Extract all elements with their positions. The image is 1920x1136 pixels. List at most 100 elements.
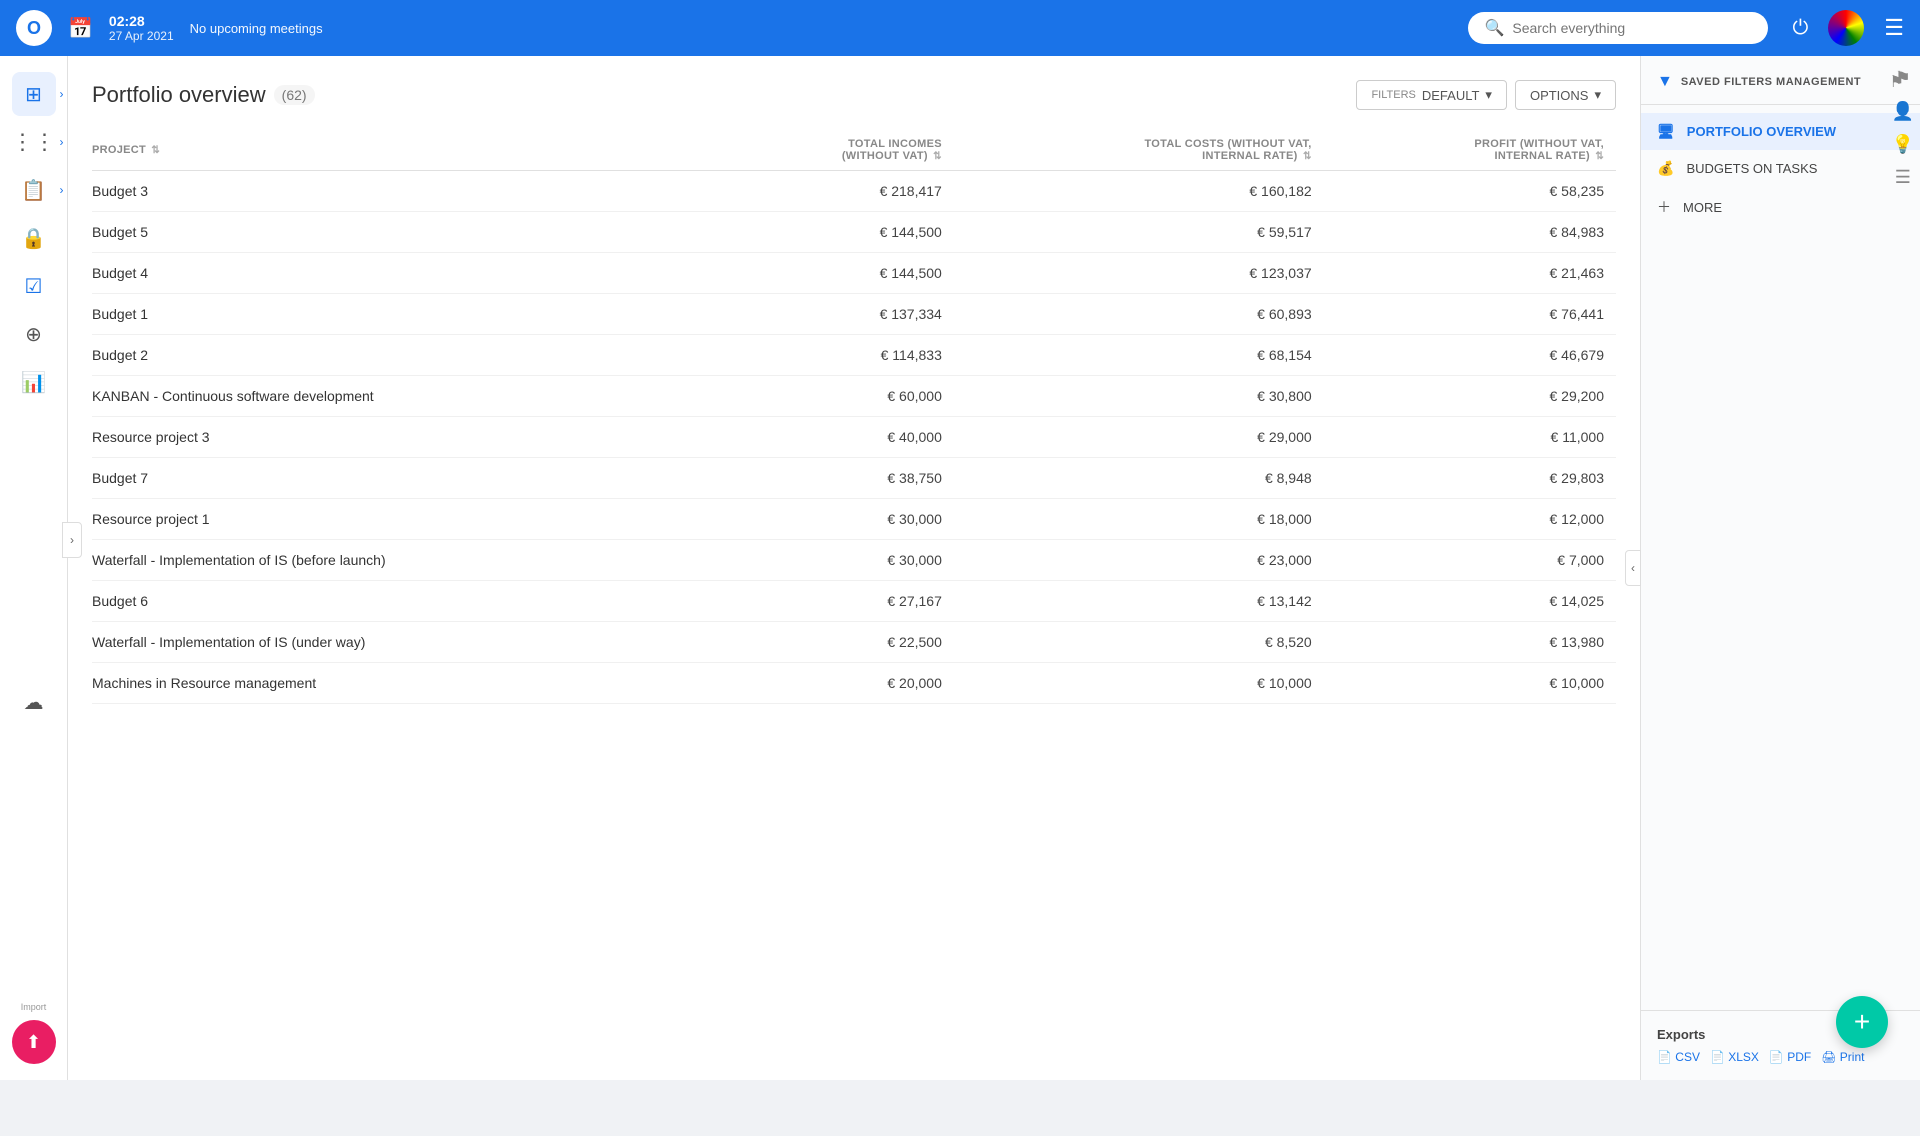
meeting-status: No upcoming meetings	[190, 21, 323, 36]
sidebar-expand-button[interactable]: ›	[62, 522, 82, 558]
table-row: Waterfall - Implementation of IS (before…	[92, 540, 1616, 581]
avatar[interactable]	[1828, 10, 1864, 46]
power-icon[interactable]: ⏻	[1792, 17, 1808, 40]
cell-project: Budget 7	[92, 458, 723, 499]
user-search-icon[interactable]: 👤	[1892, 101, 1914, 122]
cell-profit: € 12,000	[1324, 499, 1616, 540]
table-row: Budget 2 € 114,833 € 68,154 € 46,679	[92, 335, 1616, 376]
nav-label-portfolio: PORTFOLIO OVERVIEW	[1687, 124, 1836, 139]
tasks-icon: ⋮⋮	[12, 129, 56, 155]
sidebar-bottom: Import ⬆	[12, 1000, 56, 1080]
cell-project: KANBAN - Continuous software development	[92, 376, 723, 417]
table-row: Budget 3 € 218,417 € 160,182 € 58,235	[92, 171, 1616, 212]
check-icon: ☑	[25, 274, 43, 299]
lock-icon: 🔒	[21, 226, 46, 251]
table-row: Budget 1 € 137,334 € 60,893 € 76,441	[92, 294, 1616, 335]
col-total-costs[interactable]: TOTAL COSTS (WITHOUT VAT,INTERNAL RATE) …	[954, 130, 1324, 171]
sidebar-item-analytics[interactable]: 📊	[12, 360, 56, 404]
export-print[interactable]: 🖨 Print	[1821, 1050, 1864, 1064]
nav-item-budgets-on-tasks[interactable]: 💰 BUDGETS ON TASKS	[1641, 150, 1920, 187]
exports-links: 📄 CSV 📄 XLSX 📄 PDF 🖨 Print	[1657, 1050, 1904, 1064]
cell-project: Budget 6	[92, 581, 723, 622]
page-header: Portfolio overview (62) FILTERS DEFAULT …	[92, 80, 1616, 110]
table-row: Budget 4 € 144,500 € 123,037 € 21,463	[92, 253, 1616, 294]
cell-profit: € 29,200	[1324, 376, 1616, 417]
cell-profit: € 84,983	[1324, 212, 1616, 253]
search-input[interactable]	[1512, 20, 1752, 36]
page-title-row: Portfolio overview (62)	[92, 82, 315, 108]
goal-icon: ⊕	[25, 322, 42, 347]
export-xlsx[interactable]: 📄 XLSX	[1710, 1050, 1759, 1064]
nav-item-more[interactable]: ＋ MORE	[1641, 187, 1920, 227]
flag-icon-strip[interactable]: ⚑	[1895, 68, 1911, 89]
right-panel-nav: 🖥 PORTFOLIO OVERVIEW 💰 BUDGETS ON TASKS …	[1641, 105, 1920, 235]
cell-total-incomes: € 30,000	[723, 540, 954, 581]
sidebar: ⊞ › ⋮⋮ › 📋 › 🔒 ☑ ⊕ 📊 ☁ Import ⬆	[0, 56, 68, 1080]
cell-profit: € 11,000	[1324, 417, 1616, 458]
cell-total-incomes: € 144,500	[723, 253, 954, 294]
expand-icon: ›	[60, 183, 64, 197]
app-logo[interactable]: O	[16, 10, 52, 46]
import-label: Import	[21, 1002, 47, 1012]
cell-total-costs: € 160,182	[954, 171, 1324, 212]
cell-profit: € 14,025	[1324, 581, 1616, 622]
cell-total-incomes: € 30,000	[723, 499, 954, 540]
search-box[interactable]: 🔍	[1468, 12, 1768, 44]
monitor-icon: 🖥	[1657, 123, 1675, 140]
plus-icon: ＋	[1657, 197, 1671, 217]
sidebar-item-notes[interactable]: 📋 ›	[12, 168, 56, 212]
nav-label-more: MORE	[1683, 200, 1722, 215]
options-label: OPTIONS	[1530, 88, 1589, 103]
expand-icon: ›	[60, 87, 64, 101]
menu-icon[interactable]: ☰	[1884, 15, 1904, 41]
analytics-icon: 📊	[21, 370, 46, 395]
cell-project: Budget 1	[92, 294, 723, 335]
cell-total-costs: € 29,000	[954, 417, 1324, 458]
sidebar-item-check[interactable]: ☑	[12, 264, 56, 308]
col-profit[interactable]: PROFIT (WITHOUT VAT,INTERNAL RATE) ⇅	[1324, 130, 1616, 171]
right-panel: ‹ ▼ SAVED FILTERS MANAGEMENT ⚑ 🖥 PORTFOL…	[1640, 56, 1920, 1080]
page-title: Portfolio overview	[92, 82, 266, 108]
filters-label: FILTERS	[1371, 89, 1415, 101]
table-row: Budget 6 € 27,167 € 13,142 € 14,025	[92, 581, 1616, 622]
cloud-icon: ☁	[24, 690, 44, 715]
cell-total-costs: € 30,800	[954, 376, 1324, 417]
filter-icon: ▼	[1657, 73, 1673, 91]
cell-total-costs: € 10,000	[954, 663, 1324, 704]
checklist-icon[interactable]: ☰	[1895, 167, 1911, 188]
bulb-icon[interactable]: 💡	[1892, 134, 1914, 155]
cell-total-costs: € 18,000	[954, 499, 1324, 540]
nav-item-portfolio-overview[interactable]: 🖥 PORTFOLIO OVERVIEW	[1641, 113, 1920, 150]
fab-plus-icon: +	[1854, 1006, 1870, 1038]
cell-profit: € 13,980	[1324, 622, 1616, 663]
cell-total-costs: € 8,520	[954, 622, 1324, 663]
export-csv[interactable]: 📄 CSV	[1657, 1050, 1700, 1064]
sidebar-item-dashboard[interactable]: ⊞ ›	[12, 72, 56, 116]
table-row: Resource project 3 € 40,000 € 29,000 € 1…	[92, 417, 1616, 458]
col-project[interactable]: PROJECT ⇅	[92, 130, 723, 171]
cell-project: Budget 5	[92, 212, 723, 253]
filters-button[interactable]: FILTERS DEFAULT ▾	[1356, 80, 1507, 110]
top-navigation: O 📅 02:28 27 Apr 2021 No upcoming meetin…	[0, 0, 1920, 56]
import-button[interactable]: ⬆	[12, 1020, 56, 1064]
cell-total-incomes: € 27,167	[723, 581, 954, 622]
table-row: Machines in Resource management € 20,000…	[92, 663, 1616, 704]
header-actions: FILTERS DEFAULT ▾ OPTIONS ▾	[1356, 80, 1616, 110]
right-panel-collapse[interactable]: ‹	[1625, 550, 1641, 586]
cell-profit: € 46,679	[1324, 335, 1616, 376]
cell-total-costs: € 123,037	[954, 253, 1324, 294]
options-button[interactable]: OPTIONS ▾	[1515, 80, 1616, 110]
sidebar-item-cloud[interactable]: ☁	[12, 680, 56, 724]
cell-total-costs: € 60,893	[954, 294, 1324, 335]
budget-icon: 💰	[1657, 160, 1674, 177]
sidebar-item-lock[interactable]: 🔒	[12, 216, 56, 260]
export-pdf[interactable]: 📄 PDF	[1769, 1050, 1811, 1064]
cell-total-incomes: € 137,334	[723, 294, 954, 335]
cell-project: Waterfall - Implementation of IS (before…	[92, 540, 723, 581]
cell-total-incomes: € 114,833	[723, 335, 954, 376]
sidebar-item-goal[interactable]: ⊕	[12, 312, 56, 356]
col-total-incomes[interactable]: TOTAL INCOMES(WITHOUT VAT) ⇅	[723, 130, 954, 171]
sidebar-item-tasks[interactable]: ⋮⋮ ›	[12, 120, 56, 164]
time-info: 02:28 27 Apr 2021	[109, 13, 174, 43]
fab-button[interactable]: +	[1836, 996, 1888, 1048]
